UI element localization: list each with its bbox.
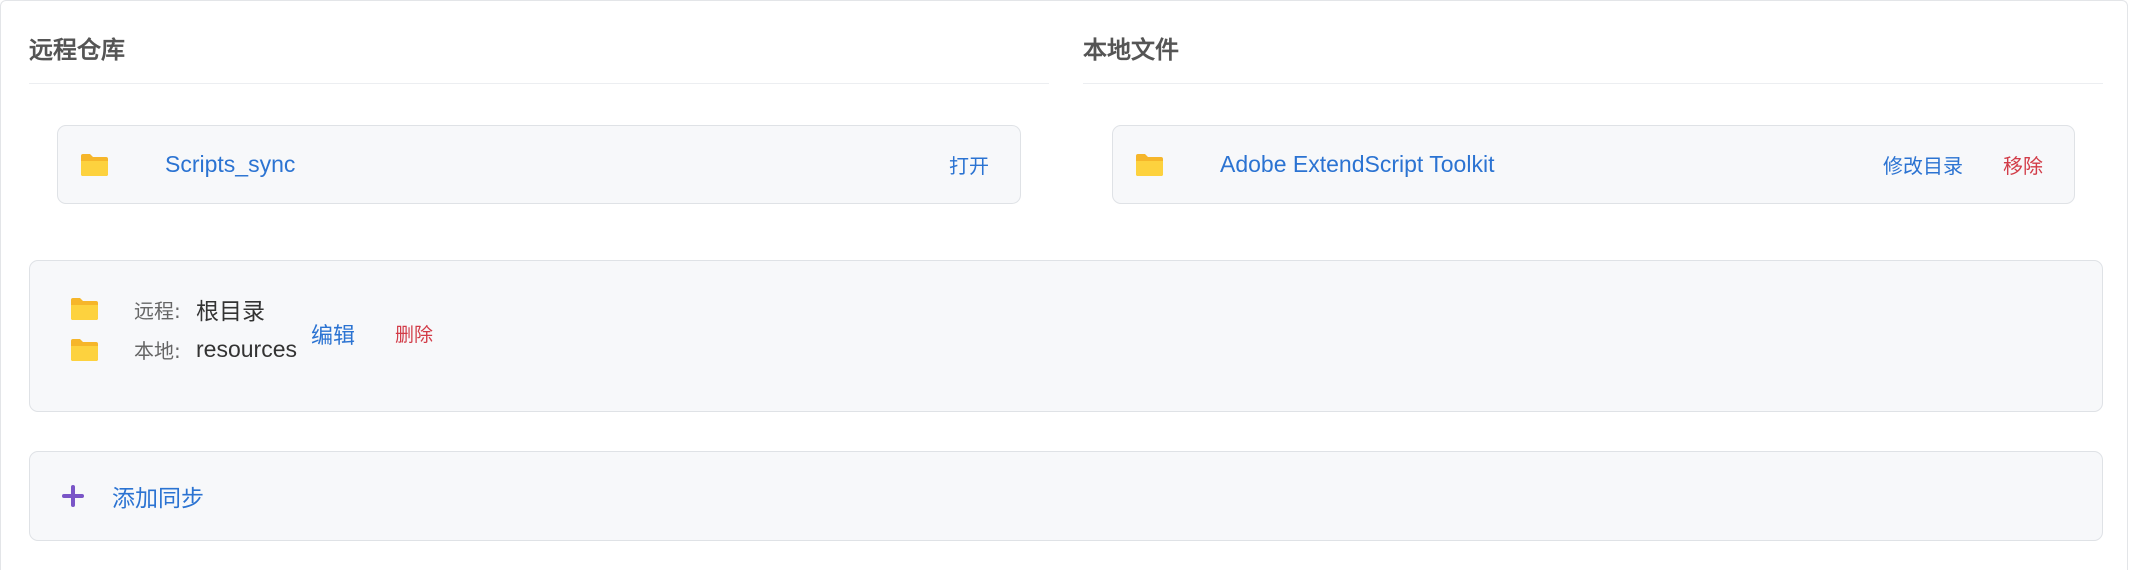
remote-repo-card: Scripts_sync 打开 [57, 125, 1021, 204]
folder-icon [80, 153, 109, 177]
local-repo-name[interactable]: Adobe ExtendScript Toolkit [1220, 151, 1883, 178]
sync-mapping-card: 远程: 根目录 本地: resources 编辑 删除 [29, 260, 2103, 412]
remote-repo-heading: 远程仓库 [29, 30, 1049, 84]
mapping-local-row: 本地: resources [70, 335, 297, 364]
mapping-local-label: 本地: [134, 339, 181, 363]
modify-directory-button[interactable]: 修改目录 [1883, 150, 1963, 179]
open-button[interactable]: 打开 [949, 150, 989, 179]
delete-mapping-button[interactable]: 删除 [395, 320, 433, 347]
folder-icon [1135, 153, 1164, 177]
plus-icon [61, 484, 85, 508]
folder-icon [70, 338, 99, 362]
edit-mapping-button[interactable]: 编辑 [311, 318, 355, 350]
mapping-remote-value: 根目录 [196, 298, 265, 324]
mapping-remote-label: 远程: [134, 298, 181, 323]
add-sync-label: 添加同步 [112, 486, 204, 512]
mapping-local-value: resources [196, 336, 297, 362]
remove-button[interactable]: 移除 [2003, 150, 2043, 179]
remote-repo-name[interactable]: Scripts_sync [165, 151, 949, 178]
local-repo-card: Adobe ExtendScript Toolkit 修改目录 移除 [1112, 125, 2075, 204]
add-sync-button[interactable]: 添加同步 [29, 451, 2103, 541]
folder-icon [70, 297, 99, 321]
mapping-remote-row: 远程: 根目录 [70, 292, 265, 326]
local-files-heading: 本地文件 [1083, 30, 2103, 84]
